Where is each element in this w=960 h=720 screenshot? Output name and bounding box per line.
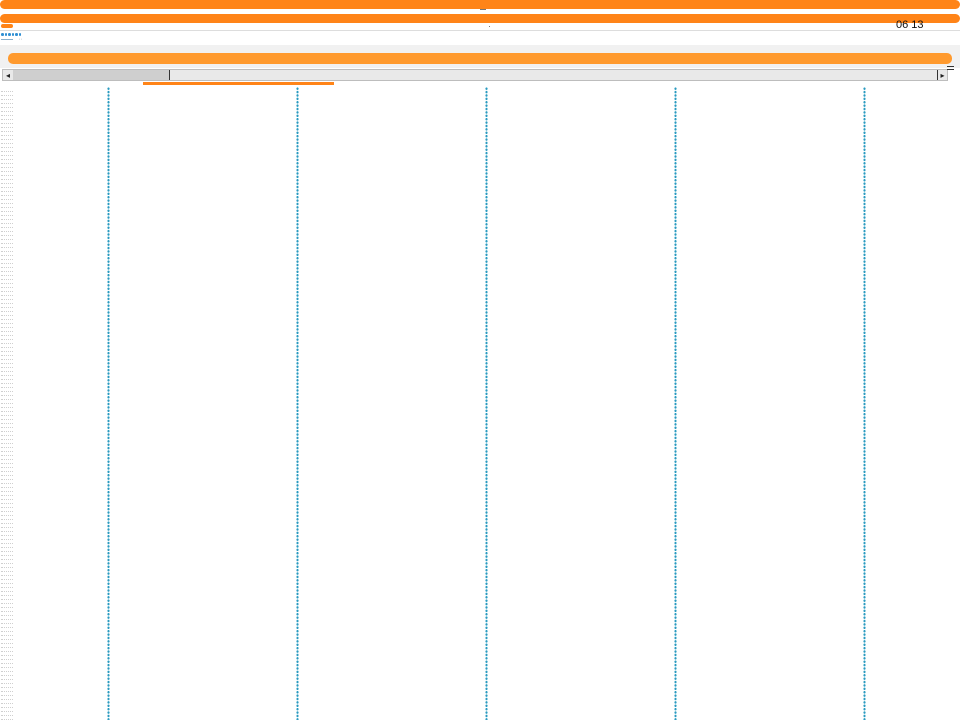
scroll-right-icon[interactable]: ▸ — [937, 70, 947, 80]
grid-column-2[interactable] — [296, 87, 299, 720]
toolbar-dot[interactable] — [11, 33, 14, 36]
toolbar-sublabel: ▬▬▬▬ — [1, 37, 13, 41]
title-dash — [480, 9, 486, 10]
scroll-left-icon[interactable]: ◂ — [3, 70, 13, 80]
toolbar-dot[interactable] — [15, 33, 18, 36]
scroll-thumb[interactable] — [13, 70, 170, 80]
small-tab-indicator[interactable] — [1, 24, 13, 28]
grid-column-3[interactable] — [485, 87, 488, 720]
row-label — [1, 716, 13, 720]
toolbar-dots — [1, 33, 21, 36]
center-marker — [489, 26, 490, 27]
menu-icon[interactable] — [947, 66, 955, 74]
grid-column-4[interactable] — [674, 87, 677, 720]
row-labels — [0, 88, 14, 720]
timeline-bar[interactable] — [8, 53, 952, 64]
toolbar-dot[interactable] — [4, 33, 7, 36]
toolbar-dot[interactable] — [8, 33, 11, 36]
schedule-grid — [0, 85, 960, 720]
secondary-accent-bar — [0, 14, 960, 23]
header-divider — [0, 30, 960, 31]
horizontal-scrollbar[interactable]: ◂ ▸ — [2, 69, 948, 81]
top-accent-bar — [0, 0, 960, 9]
toolbar-sublabel-2: ▪ ▪ — [19, 37, 22, 41]
grid-column-1[interactable] — [107, 87, 110, 720]
toolbar-dot[interactable] — [1, 33, 4, 36]
grid-column-5[interactable] — [863, 87, 866, 720]
toolbar-dot[interactable] — [18, 33, 21, 36]
